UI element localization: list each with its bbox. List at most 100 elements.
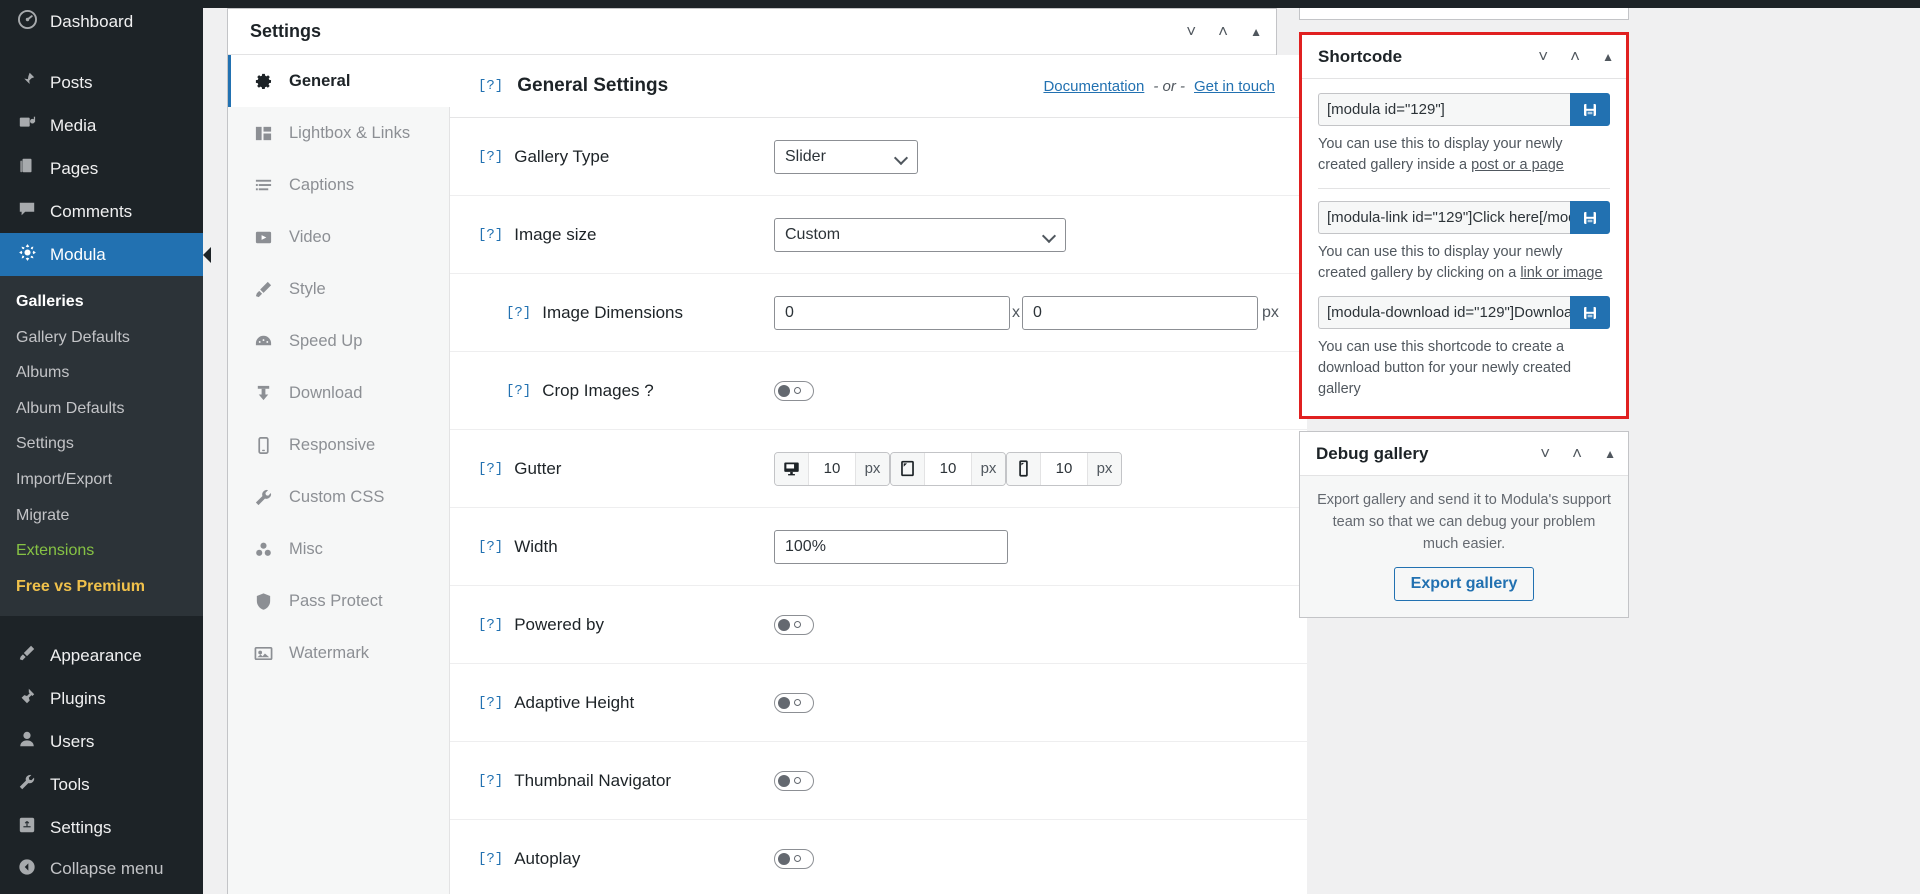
sidebar-item-settings[interactable]: Settings xyxy=(0,806,203,849)
move-down-icon[interactable]: ˄ xyxy=(1218,23,1228,40)
admin-content-area: Settings ˅ ˄ ▲ General xyxy=(203,0,1920,894)
submenu-item-migrate[interactable]: Migrate xyxy=(0,498,203,534)
help-icon[interactable]: [?] xyxy=(478,149,503,165)
sidebar-item-label: Pages xyxy=(50,159,98,179)
help-icon[interactable]: [?] xyxy=(478,617,503,633)
help-icon[interactable]: [?] xyxy=(478,227,503,243)
sidebar-item-comments[interactable]: Comments xyxy=(0,190,203,233)
row-gutter: [?] Gutter 10 px xyxy=(450,430,1307,508)
help-icon[interactable]: [?] xyxy=(506,305,531,321)
help-icon[interactable]: [?] xyxy=(506,383,531,399)
thumbnail-navigator-toggle[interactable] xyxy=(774,771,814,791)
adaptive-height-toggle[interactable] xyxy=(774,693,814,713)
powered-by-toggle[interactable] xyxy=(774,615,814,635)
move-up-icon[interactable]: ˅ xyxy=(1186,23,1196,40)
gallery-type-select[interactable]: Slider xyxy=(774,140,918,174)
image-height-input[interactable] xyxy=(1022,296,1258,330)
copy-icon[interactable] xyxy=(1570,201,1610,234)
move-down-icon[interactable]: ˄ xyxy=(1570,48,1580,65)
export-gallery-button[interactable]: Export gallery xyxy=(1394,567,1535,601)
sidebar-item-modula[interactable]: Modula xyxy=(0,233,203,276)
documentation-link[interactable]: Documentation xyxy=(1043,78,1144,95)
brush-icon xyxy=(253,279,273,299)
submenu-item-album-defaults[interactable]: Album Defaults xyxy=(0,391,203,427)
settings-tab-captions[interactable]: Captions xyxy=(228,159,449,211)
settings-tab-watermark[interactable]: Watermark xyxy=(228,627,449,679)
tablet-icon[interactable] xyxy=(891,453,925,485)
settings-tab-label: Misc xyxy=(289,540,323,559)
settings-tab-video[interactable]: Video xyxy=(228,211,449,263)
help-icon[interactable]: [?] xyxy=(478,851,503,867)
submenu-item-settings[interactable]: Settings xyxy=(0,426,203,462)
help-icon[interactable]: [?] xyxy=(478,695,503,711)
adaptive-height-label-group: [?] Adaptive Height xyxy=(478,693,774,713)
links-separator: - or - xyxy=(1153,78,1185,95)
submenu-item-free-vs-premium[interactable]: Free vs Premium xyxy=(0,569,203,605)
get-in-touch-link[interactable]: Get in touch xyxy=(1194,78,1275,95)
sidebar-item-tools[interactable]: Tools xyxy=(0,763,203,806)
settings-column: Settings ˅ ˄ ▲ General xyxy=(227,8,1277,894)
submenu-item-import-export[interactable]: Import/Export xyxy=(0,462,203,498)
settings-tab-general[interactable]: General xyxy=(228,55,450,107)
move-up-icon[interactable]: ˅ xyxy=(1538,48,1548,65)
submenu-item-albums[interactable]: Albums xyxy=(0,355,203,391)
settings-tab-pass-protect[interactable]: Pass Protect xyxy=(228,575,449,627)
settings-tab-lightbox-links[interactable]: Lightbox & Links xyxy=(228,107,449,159)
image-size-select[interactable]: Custom xyxy=(774,218,1066,252)
toggle-off-mark xyxy=(794,621,801,628)
copy-icon[interactable] xyxy=(1570,93,1610,126)
gutter-tablet-value[interactable]: 10 xyxy=(925,460,971,477)
help-icon[interactable]: [?] xyxy=(478,773,503,789)
collapse-menu-button[interactable]: Collapse menu xyxy=(0,849,203,889)
settings-metabox-title: Settings xyxy=(250,21,321,42)
copy-icon[interactable] xyxy=(1570,296,1610,329)
crop-images-toggle[interactable] xyxy=(774,381,814,401)
toggle-collapse-icon[interactable]: ▲ xyxy=(1604,448,1616,460)
submenu-item-gallery-defaults[interactable]: Gallery Defaults xyxy=(0,320,203,356)
right-sidebar-column: Shortcode ˅ ˄ ▲ [modula id="129"] You ca… xyxy=(1299,8,1629,894)
submenu-item-extensions[interactable]: Extensions xyxy=(0,533,203,569)
debug-gallery-panel: Debug gallery ˅ ˄ ▲ Export gallery and s… xyxy=(1299,431,1629,618)
mobile-icon[interactable] xyxy=(1007,453,1041,485)
sidebar-item-media[interactable]: Media xyxy=(0,104,203,147)
submenu-item-galleries[interactable]: Galleries xyxy=(0,284,203,320)
sidebar-item-appearance[interactable]: Appearance xyxy=(0,634,203,677)
sidebar-item-pages[interactable]: Pages xyxy=(0,147,203,190)
image-width-input[interactable] xyxy=(774,296,1010,330)
gutter-desktop-value[interactable]: 10 xyxy=(809,460,855,477)
settings-tab-style[interactable]: Style xyxy=(228,263,449,315)
shortcode-download-input[interactable]: [modula-download id="129"]Download[/modu… xyxy=(1318,296,1570,329)
autoplay-toggle[interactable] xyxy=(774,849,814,869)
help-icon[interactable]: [?] xyxy=(478,78,503,94)
link-or-image-link[interactable]: link or image xyxy=(1520,265,1602,281)
help-icon[interactable]: [?] xyxy=(478,461,503,477)
toggle-collapse-icon[interactable]: ▲ xyxy=(1250,26,1262,38)
settings-tab-responsive[interactable]: Responsive xyxy=(228,419,449,471)
help-icon[interactable]: [?] xyxy=(478,539,503,555)
settings-tab-misc[interactable]: Misc xyxy=(228,523,449,575)
row-label: Adaptive Height xyxy=(514,693,634,713)
shortcode-link-input[interactable]: [modula-link id="129"]Click here[/modula… xyxy=(1318,201,1570,234)
speedometer-icon xyxy=(253,331,273,351)
gutter-mobile-value[interactable]: 10 xyxy=(1041,460,1087,477)
sidebar-item-users[interactable]: Users xyxy=(0,720,203,763)
move-down-icon[interactable]: ˄ xyxy=(1572,445,1582,462)
sidebar-item-plugins[interactable]: Plugins xyxy=(0,677,203,720)
gutter-tablet: 10 px xyxy=(890,452,1006,486)
desktop-icon[interactable] xyxy=(775,453,809,485)
settings-tab-download[interactable]: Download xyxy=(228,367,449,419)
comments-icon xyxy=(16,200,38,223)
settings-tab-custom-css[interactable]: Custom CSS xyxy=(228,471,449,523)
settings-tab-speed-up[interactable]: Speed Up xyxy=(228,315,449,367)
toggle-collapse-icon[interactable]: ▲ xyxy=(1602,51,1614,63)
sidebar-item-dashboard[interactable]: Dashboard xyxy=(0,0,203,43)
sidebar-item-posts[interactable]: Posts xyxy=(0,61,203,104)
powered-by-control xyxy=(774,615,814,635)
move-up-icon[interactable]: ˅ xyxy=(1540,445,1550,462)
gutter-tablet-unit: px xyxy=(971,453,1005,485)
shortcode-panel-header: Shortcode ˅ ˄ ▲ xyxy=(1302,35,1626,79)
shortcode-gallery-input[interactable]: [modula id="129"] xyxy=(1318,93,1570,126)
width-input[interactable] xyxy=(774,530,1008,564)
post-or-page-link[interactable]: post or a page xyxy=(1471,157,1564,173)
gear-icon xyxy=(253,71,273,91)
